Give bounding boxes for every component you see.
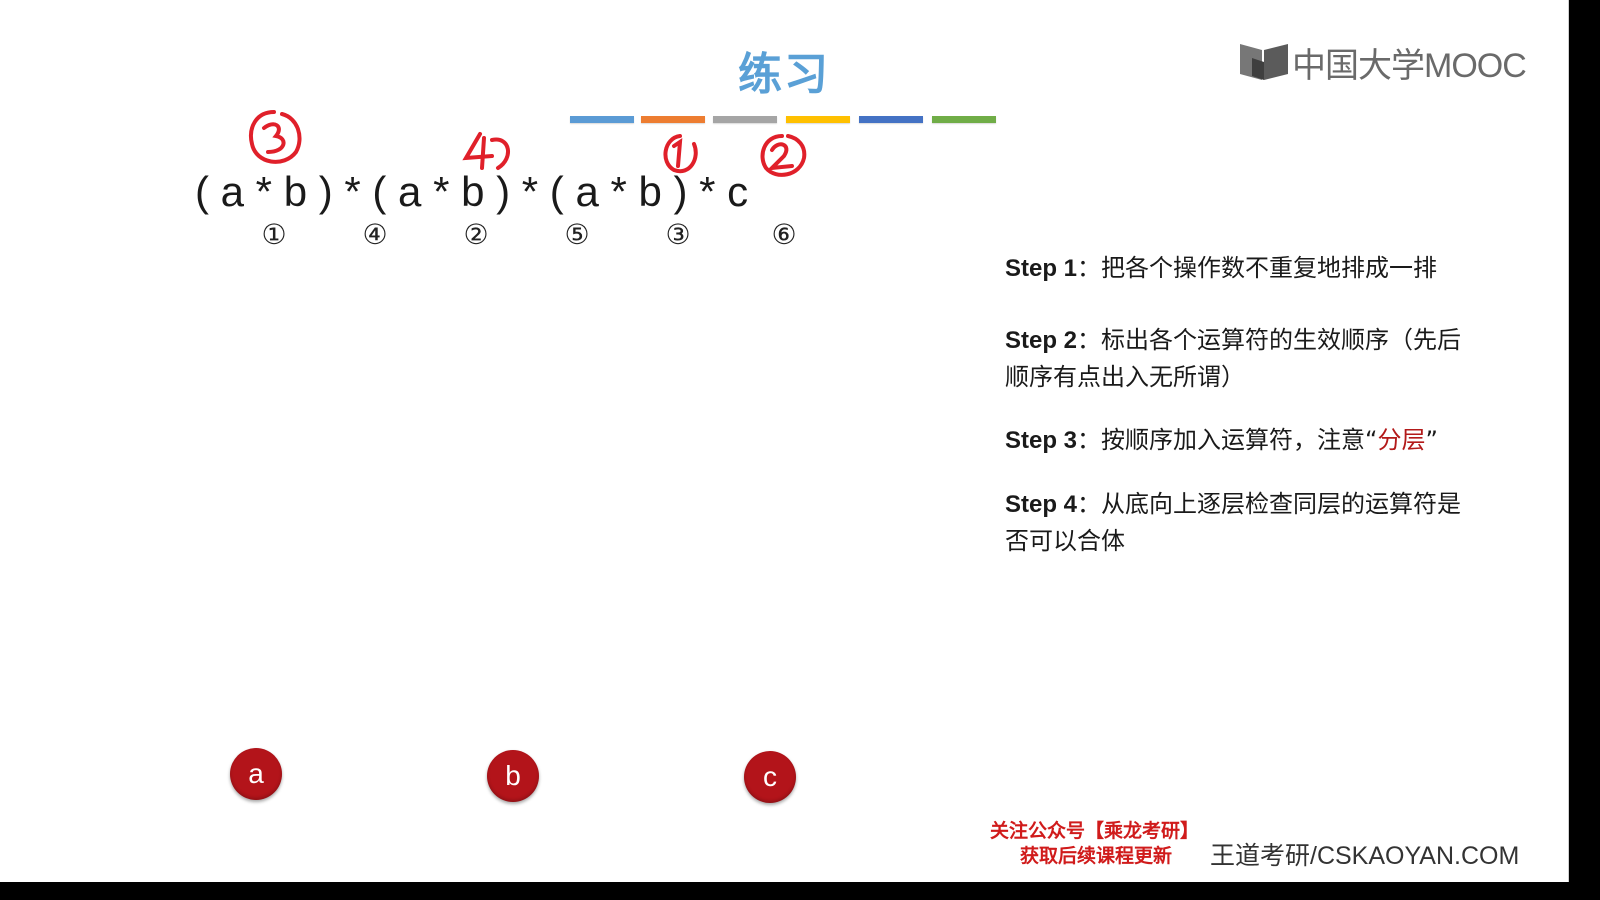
handwritten-annotation-1 [663,134,698,174]
step-label: Step 3 [1005,427,1078,454]
step-label: Step 2 [1005,327,1078,354]
color-bar [932,116,996,123]
slide-title: 练习 [738,49,830,100]
mooc-logo: 中国大学MOOC [1238,40,1527,85]
operator-order-label: ④ [362,218,388,251]
step-4: Step 4：从底向上逐层检查同层的运算符是否可以合体 [1005,486,1485,560]
operand-node-a: a [230,748,282,800]
step-1: Step 1：把各个操作数不重复地排成一排 [1005,250,1485,287]
step-label: Step 1 [1005,255,1078,282]
handwritten-annotation-2 [760,134,807,177]
color-bar [570,116,634,123]
step-3: Step 3：按顺序加入运算符，注意“分层” [1005,422,1485,459]
step-text: ：按顺序加入运算符，注意“ [1077,426,1378,454]
color-bar [641,116,705,123]
watermark: 王道考研/CSKAOYAN.COM [1210,842,1520,870]
step-label: Step 4 [1005,491,1078,518]
color-bar [859,116,923,123]
operator-order-label: ① [261,218,287,251]
step-highlight: 分层 [1377,426,1426,454]
promo-line-1: 关注公众号【乘龙考研】 [990,820,1200,842]
operand-node-c: c [744,751,796,803]
promo-line-2: 获取后续课程更新 [1020,845,1173,867]
operator-order-label: ③ [665,218,691,251]
handwritten-annotation-3 [249,110,302,164]
operator-order-label: ② [463,218,489,251]
handwritten-annotation-4 [462,132,510,170]
color-bar [786,116,850,123]
mooc-book-icon [1240,44,1288,80]
step-text: ” [1425,426,1438,454]
color-bar [713,116,777,123]
step-text: ：把各个操作数不重复地排成一排 [1077,254,1438,282]
operator-order-label: ⑥ [771,218,797,251]
operand-node-b: b [487,750,539,802]
logo-text: 中国大学MOOC [1292,46,1527,85]
step-2: Step 2：标出各个运算符的生效顺序（先后顺序有点出入无所谓） [1005,322,1485,396]
slide: 练习 中国大学MOOC ( a * b ) * ( a * b ) * ( a … [0,0,1569,882]
operator-order-label: ⑤ [564,218,590,251]
